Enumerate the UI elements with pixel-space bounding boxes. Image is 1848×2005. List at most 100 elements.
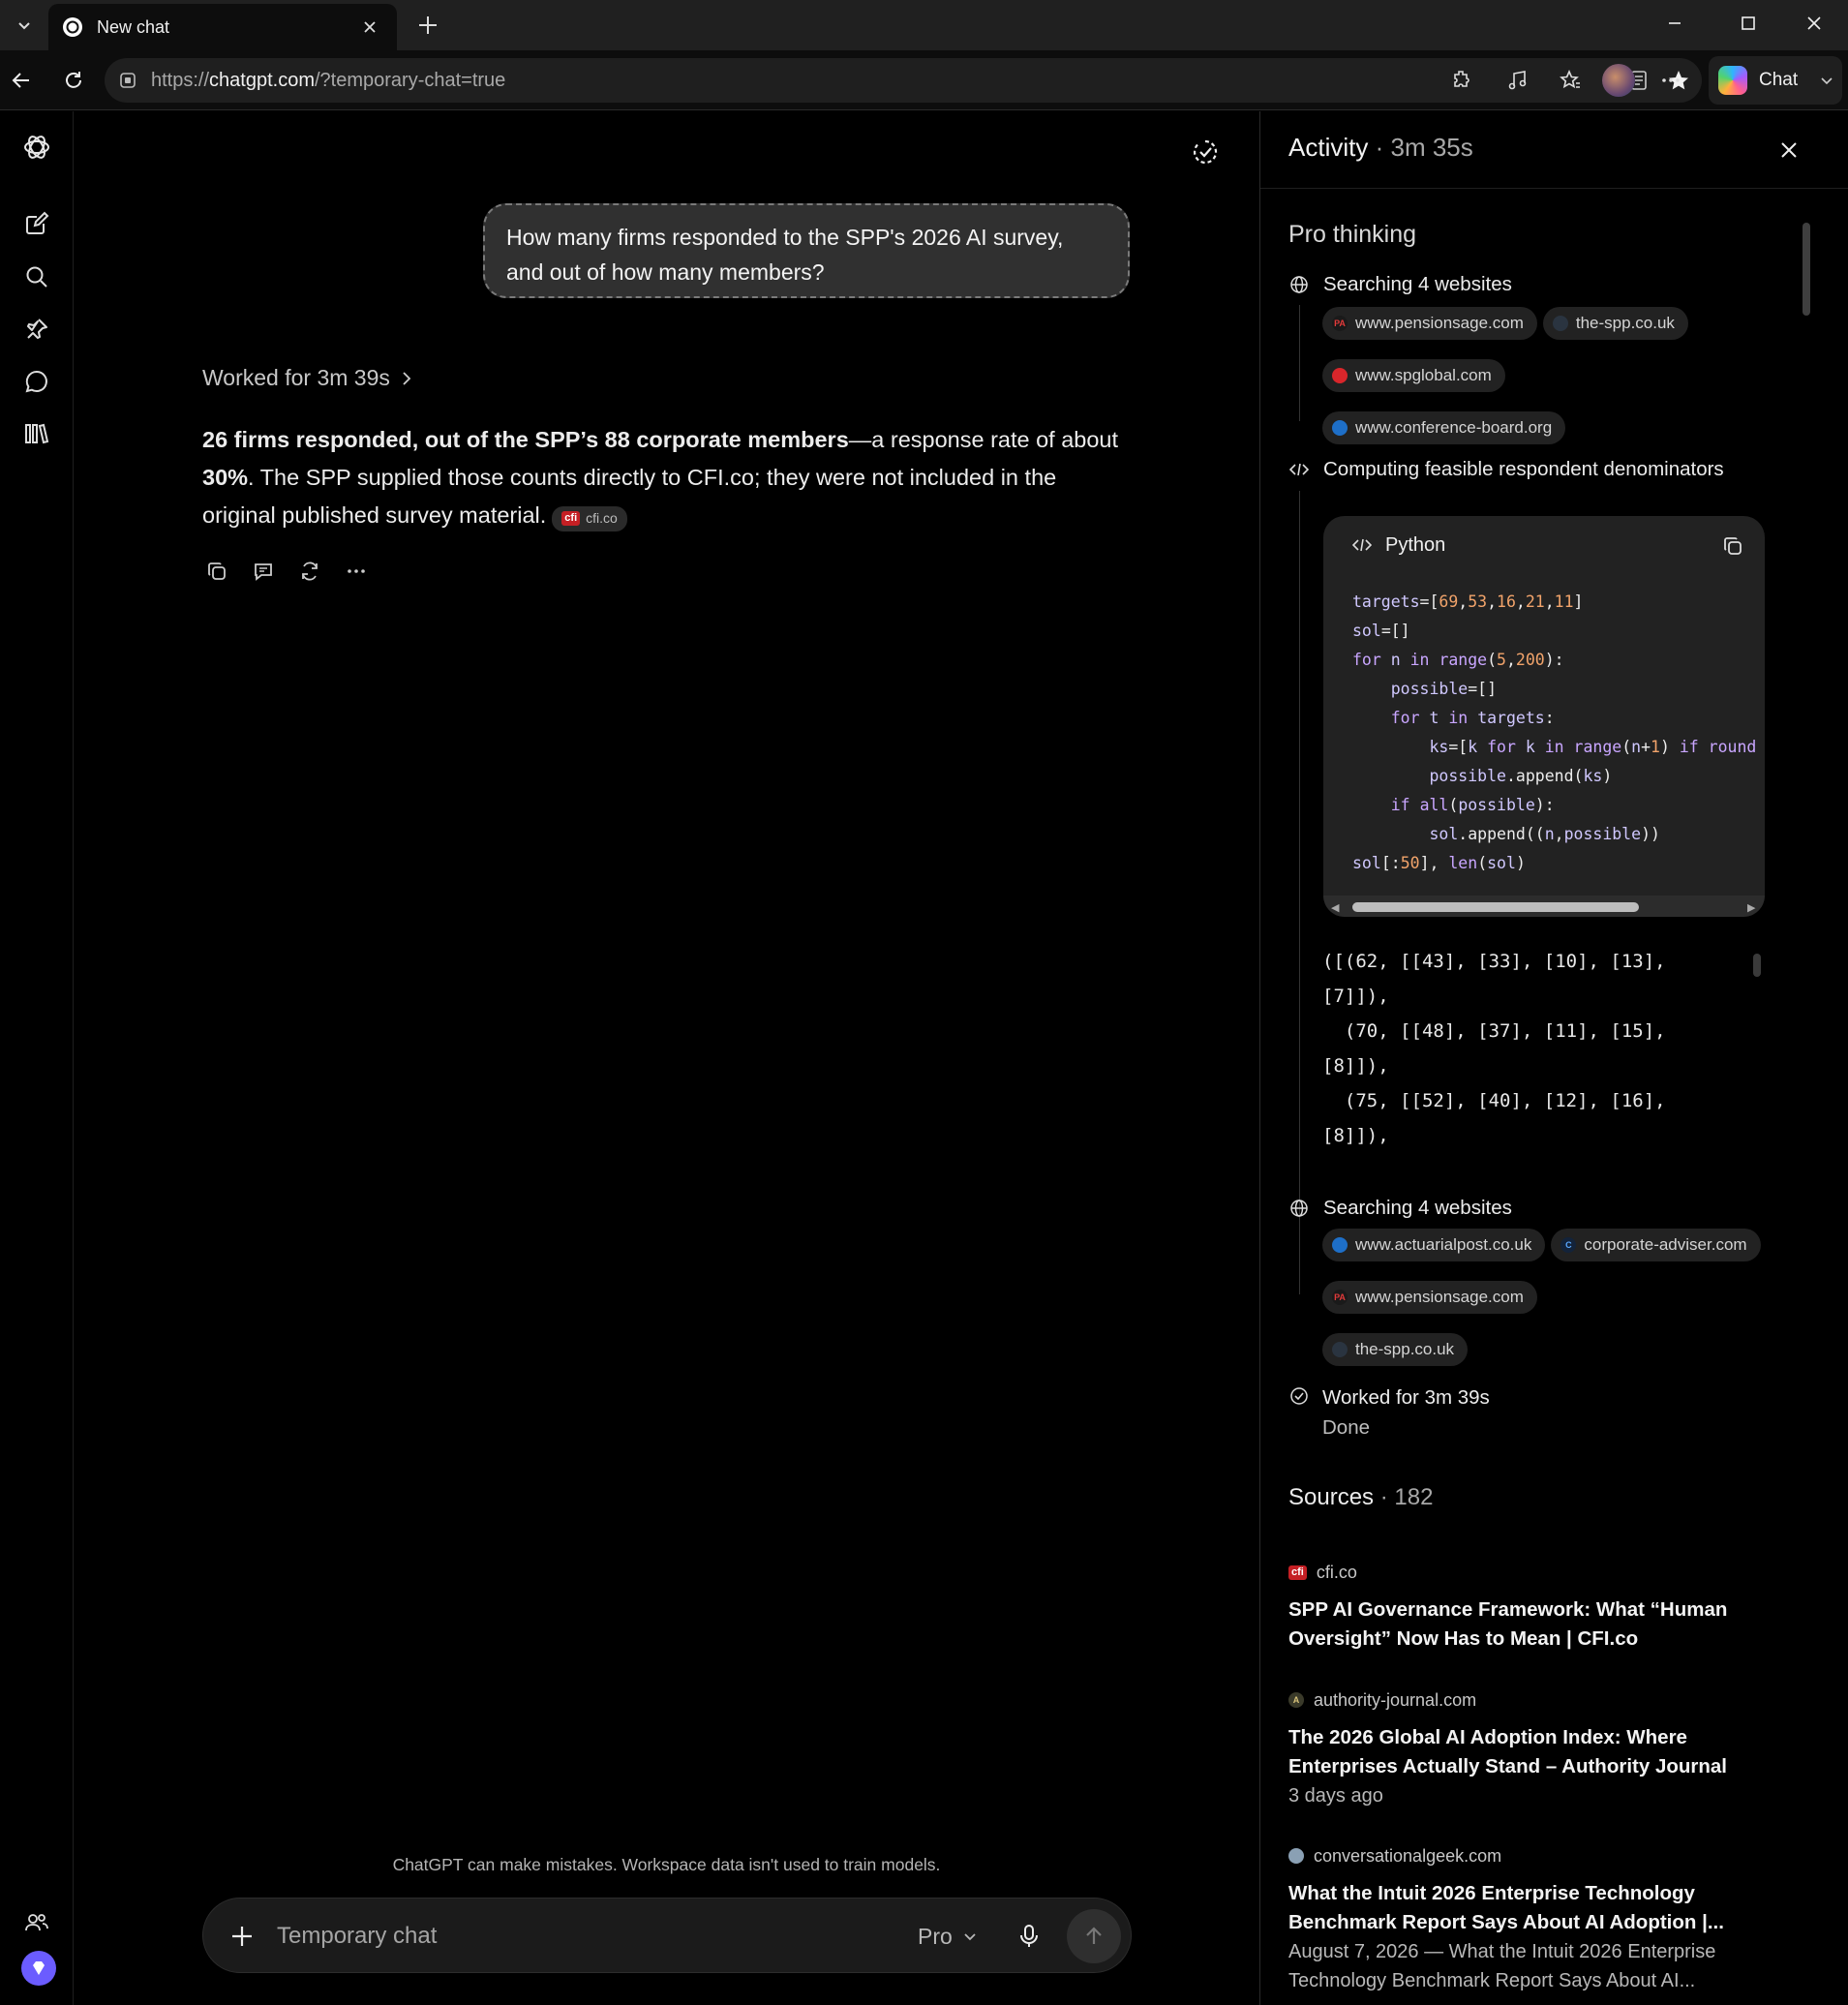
copilot-logo-icon [1718,66,1747,95]
step-search-2[interactable]: Searching 4 websites [1288,1197,1512,1220]
add-attachment-plus-icon[interactable] [223,1917,261,1956]
model-label: Pro [918,1923,953,1949]
chatgpt-logo-icon[interactable] [18,129,55,166]
step-search-1[interactable]: Searching 4 websites [1288,273,1512,296]
feedback-comment-icon[interactable] [245,553,282,590]
source-title: What the Intuit 2026 Enterprise Technolo… [1288,1882,1724,1933]
globe-icon [1288,274,1310,295]
code-content: targets=[69,53,16,21,11] sol=[] for n in… [1352,592,1757,872]
close-panel-icon[interactable] [1772,133,1806,167]
activity-duration: 3m 35s [1390,133,1473,162]
code-horizontal-scrollbar[interactable]: ◀ ▶ [1323,896,1765,917]
user-message-bubble: How many firms responded to the SPP's 20… [483,203,1130,298]
profile-avatar[interactable] [1601,63,1636,98]
conversationalgeek-favicon-icon [1288,1848,1304,1864]
site-favicon-icon [1332,1342,1348,1357]
source-item[interactable]: Aauthority-journal.com The 2026 Global A… [1288,1686,1792,1810]
site-favicon-icon [1332,368,1348,383]
new-tab-plus-icon[interactable] [410,8,445,43]
maximize-icon[interactable] [1715,0,1781,46]
output-scrollbar[interactable] [1751,934,1763,1273]
chevron-down-icon [1819,73,1834,88]
cfi-logo-icon: cfi [561,511,581,526]
copilot-chat-button[interactable]: Chat [1709,56,1842,105]
site-chip[interactable]: the-spp.co.uk [1322,1333,1469,1366]
library-icon[interactable] [18,415,55,452]
new-chat-icon[interactable] [18,205,55,242]
chevron-right-icon [400,371,413,386]
site-chip-label: corporate-adviser.com [1584,1235,1747,1254]
tab-list-chevron-icon[interactable] [8,9,41,42]
site-chip-label: www.pensionsage.com [1355,314,1524,332]
window-close-icon[interactable] [1781,0,1847,46]
cfi-logo-icon: cfi [1288,1565,1307,1580]
timeline-line [1299,305,1300,421]
step1-site-chips: PA www.pensionsage.com the-spp.co.uk www.sp… [1322,307,1768,444]
worked-for-status: Worked for 3m 39s [1322,1386,1490,1409]
source-title: The 2026 Global AI Adoption Index: Where… [1288,1726,1727,1777]
code-icon [1288,459,1310,480]
composer: Pro [202,1898,1132,1973]
tab-title: New chat [97,16,170,37]
answer-bold-lead: 26 firms responded, out of the SPP’s 88 … [202,427,849,452]
send-button[interactable] [1067,1909,1121,1963]
chat-main: How many firms responded to the SPP's 20… [75,111,1258,2005]
more-actions-icon[interactable] [338,553,375,590]
source-item[interactable]: cfi cfi.co SPP AI Governance Framework: W… [1288,1559,1792,1654]
site-chip-label: www.pensionsage.com [1355,1288,1524,1306]
media-music-icon[interactable] [1500,63,1535,98]
browser-tab-bar: New chat [0,0,1848,50]
tab-close-icon[interactable] [356,14,383,41]
site-chip[interactable]: www.conference-board.org [1322,411,1566,444]
step-done [1288,1385,1310,1407]
reload-icon[interactable] [56,63,91,98]
arrow-up-icon [1086,1927,1102,1944]
site-chip[interactable]: the-spp.co.uk [1542,307,1688,340]
site-info-icon[interactable] [118,71,137,90]
browser-tab-active[interactable]: New chat [48,4,397,50]
search-icon[interactable] [18,258,55,295]
microphone-icon[interactable] [1011,1918,1047,1955]
copy-code-icon[interactable] [1718,532,1747,561]
site-chip[interactable]: PA www.pensionsage.com [1322,1281,1537,1314]
citation-chip[interactable]: cfi cfi.co [552,505,627,532]
more-options-icon[interactable] [1653,63,1688,98]
activity-panel: Activity · 3m 35s Pro thinking Searching… [1259,111,1848,2005]
answer-text-rest: . The SPP supplied those counts directly… [202,465,1057,528]
source-meta: 3 days ago [1288,1785,1383,1807]
workspace-members-icon[interactable] [18,1904,55,1941]
activity-title: Activity · 3m 35s [1288,133,1473,162]
url-text: https://chatgpt.com/?temporary-chat=true [151,69,506,91]
extensions-puzzle-icon[interactable] [1444,63,1479,98]
code-output: ([(62, [[43], [33], [10], [13], [7]]), (… [1322,951,1666,1146]
upgrade-diamond-icon[interactable] [21,1951,56,1986]
worked-for-toggle[interactable]: Worked for 3m 39s [202,365,413,391]
chats-bubble-icon[interactable] [18,363,55,400]
favorites-collection-icon[interactable] [1553,63,1588,98]
model-selector[interactable]: Pro [918,1918,978,1955]
composer-input[interactable] [277,1918,858,1955]
panel-scrollbar[interactable] [1800,213,1813,2004]
code-language-label: Python [1385,533,1446,556]
site-chip[interactable]: Ccorporate-adviser.com [1551,1229,1761,1261]
assistant-answer: 26 firms responded, out of the SPP’s 88 … [202,421,1132,534]
sources-count: 182 [1394,1484,1434,1510]
pin-icon[interactable] [18,311,55,348]
step-compute[interactable]: Computing feasible respondent denominato… [1288,458,1724,481]
source-meta: August 7, 2026 — What the Intuit 2026 En… [1288,1941,1716,1991]
site-chip[interactable]: www.actuarialpost.co.uk [1322,1229,1546,1261]
site-chip[interactable]: PA www.pensionsage.com [1322,307,1537,340]
answer-bold-rate: 30% [202,465,249,490]
regenerate-icon[interactable] [291,553,328,590]
site-favicon-icon [1552,316,1568,331]
minimize-icon[interactable] [1642,0,1708,46]
timeline-line [1299,491,1300,1294]
copilot-label: Chat [1759,70,1799,90]
source-title: SPP AI Governance Framework: What “Human… [1288,1598,1728,1650]
site-chip[interactable]: www.spglobal.com [1322,359,1505,392]
source-item[interactable]: conversationalgeek.com What the Intuit 2… [1288,1842,1792,1995]
temporary-chat-check-icon[interactable] [1186,133,1225,171]
copy-icon[interactable] [198,553,235,590]
back-arrow-icon[interactable] [4,63,39,98]
chevron-down-icon [964,1933,976,1941]
